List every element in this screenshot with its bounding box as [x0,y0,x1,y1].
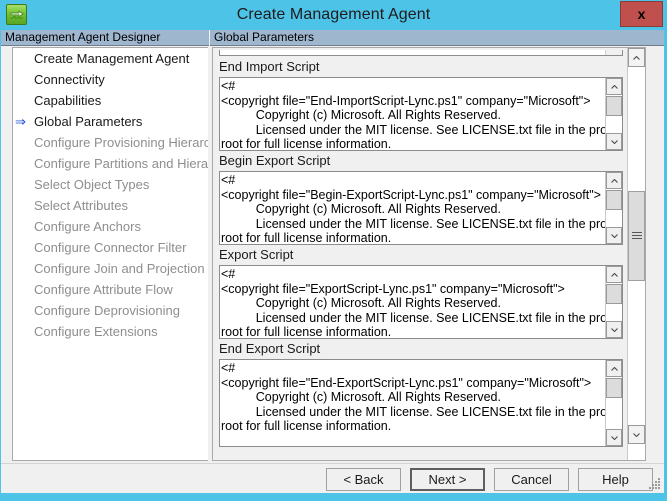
current-step-arrow-icon: ⇒ [15,114,26,129]
scrollbar-thumb[interactable] [606,284,622,304]
wizard-step-capabilities[interactable]: Capabilities [13,90,208,111]
field-group-end-import-script: End Import Script <# <copyright file="End… [219,58,623,151]
wizard-step-label: Configure Attribute Flow [34,282,173,297]
scrollbar-thumb[interactable] [606,96,622,116]
begin-export-script-scrollbar[interactable] [605,172,622,244]
next-button[interactable]: Next > [410,468,485,491]
wizard-step-connectivity[interactable]: Connectivity [13,69,208,90]
export-script-scrollbar[interactable] [605,266,622,338]
scroll-up-arrow-icon[interactable] [606,78,622,95]
scroll-down-arrow-icon[interactable] [628,425,645,444]
end-export-script-text[interactable]: <# <copyright file="End-ExportScript-Lyn… [221,360,606,434]
scroll-up-arrow-icon[interactable] [606,360,622,377]
export-script-textbox[interactable]: <# <copyright file="ExportScript-Lync.ps… [219,265,623,339]
previous-field-sliver [219,50,623,56]
scroll-down-arrow-icon[interactable] [606,429,622,446]
wizard-step-configure-anchors: Configure Anchors [13,216,208,237]
wizard-step-configure-connector-filter: Configure Connector Filter [13,237,208,258]
field-group-begin-export-script: Begin Export Script <# <copyright file="B… [219,152,623,245]
scroll-down-arrow-icon[interactable] [606,321,622,338]
wizard-step-select-attributes: Select Attributes [13,195,208,216]
wizard-step-label: Configure Connector Filter [34,240,187,255]
export-script-text[interactable]: <# <copyright file="ExportScript-Lync.ps… [221,266,606,338]
wizard-step-label: Connectivity [34,72,105,87]
wizard-step-list[interactable]: Create Management Agent Connectivity Capab… [12,47,208,461]
scrollbar-thumb[interactable] [606,190,622,210]
end-export-script-scrollbar[interactable] [605,360,622,446]
designer-pane-header: Management Agent Designer [1,30,209,46]
wizard-step-label: Configure Partitions and Hierarchies [34,156,208,171]
previous-field-scrollbar[interactable] [605,50,622,55]
wizard-step-label: Configure Deprovisioning [34,303,180,318]
global-parameters-pane: Global Parameters End Import Script <# <c… [210,30,664,463]
end-export-script-textbox[interactable]: <# <copyright file="End-ExportScript-Lyn… [219,359,623,447]
wizard-step-configure-partitions-and-hierarchies: Configure Partitions and Hierarchies [13,153,208,174]
wizard-step-label: Capabilities [34,93,102,108]
wizard-step-label: Configure Anchors [34,219,141,234]
field-group-end-export-script: End Export Script <# <copyright file="End… [219,340,623,447]
help-button[interactable]: Help [578,468,653,491]
wizard-step-configure-deprovisioning: Configure Deprovisioning [13,300,208,321]
begin-export-script-label: Begin Export Script [219,153,331,168]
scroll-up-arrow-icon[interactable] [628,48,645,67]
field-group-export-script: Export Script <# <copyright file="ExportS… [219,246,623,339]
end-import-script-scrollbar[interactable] [605,78,622,150]
wizard-step-configure-attribute-flow: Configure Attribute Flow [13,279,208,300]
wizard-step-label: Select Object Types [34,177,150,192]
close-button[interactable]: x [620,1,663,27]
scroll-up-arrow-icon[interactable] [606,266,622,283]
wizard-step-configure-extensions: Configure Extensions [13,321,208,342]
designer-pane: Management Agent Designer Create Managem… [1,30,209,463]
wizard-step-global-parameters[interactable]: ⇒ Global Parameters [13,111,208,132]
parameters-vertical-scrollbar[interactable] [627,48,645,460]
wizard-step-configure-provisioning-hierarchy: Configure Provisioning Hierarchy [13,132,208,153]
wizard-step-select-object-types: Select Object Types [13,174,208,195]
global-parameters-panel: End Import Script <# <copyright file="End… [212,47,646,461]
end-export-script-label: End Export Script [219,341,321,356]
end-import-script-label: End Import Script [219,59,320,74]
dialog-button-bar: < Back Next > Cancel Help [1,463,664,493]
wizard-step-label: Configure Provisioning Hierarchy [34,135,208,150]
global-parameters-header: Global Parameters [210,30,664,46]
scrollbar-thumb[interactable] [628,191,645,281]
back-button[interactable]: < Back [326,468,401,491]
wizard-step-label: Select Attributes [34,198,128,213]
resize-grip-icon[interactable] [647,476,661,490]
begin-export-script-text[interactable]: <# <copyright file="Begin-ExportScript-L… [221,172,606,244]
scroll-down-arrow-icon[interactable] [606,133,622,150]
wizard-step-label: Configure Join and Projection Rules [34,261,208,276]
scroll-up-arrow-icon[interactable] [606,172,622,189]
window-title: Create Management Agent [236,6,431,23]
wizard-step-create-management-agent[interactable]: Create Management Agent [13,48,208,69]
cancel-button[interactable]: Cancel [494,468,569,491]
wizard-step-label: Configure Extensions [34,324,158,339]
scrollbar-thumb[interactable] [606,378,622,398]
end-import-script-textbox[interactable]: <# <copyright file="End-ImportScript-Lyn… [219,77,623,151]
dialog-client-area: Management Agent Designer Create Managem… [1,30,664,493]
wizard-step-configure-join-and-projection-rules: Configure Join and Projection Rules [13,258,208,279]
begin-export-script-textbox[interactable]: <# <copyright file="Begin-ExportScript-L… [219,171,623,245]
wizard-step-label: Global Parameters [34,114,143,129]
export-script-label: Export Script [219,247,294,262]
parameters-scroll-content: End Import Script <# <copyright file="End… [213,48,629,460]
end-import-script-text[interactable]: <# <copyright file="End-ImportScript-Lyn… [221,78,606,150]
scroll-down-arrow-icon[interactable] [606,227,622,244]
title-bar: Create Management Agent x [0,0,667,30]
scrollbar-grip-icon [631,232,642,241]
dialog-window: Create Management Agent x Management Age… [0,0,667,501]
wizard-step-label: Create Management Agent [34,51,190,66]
